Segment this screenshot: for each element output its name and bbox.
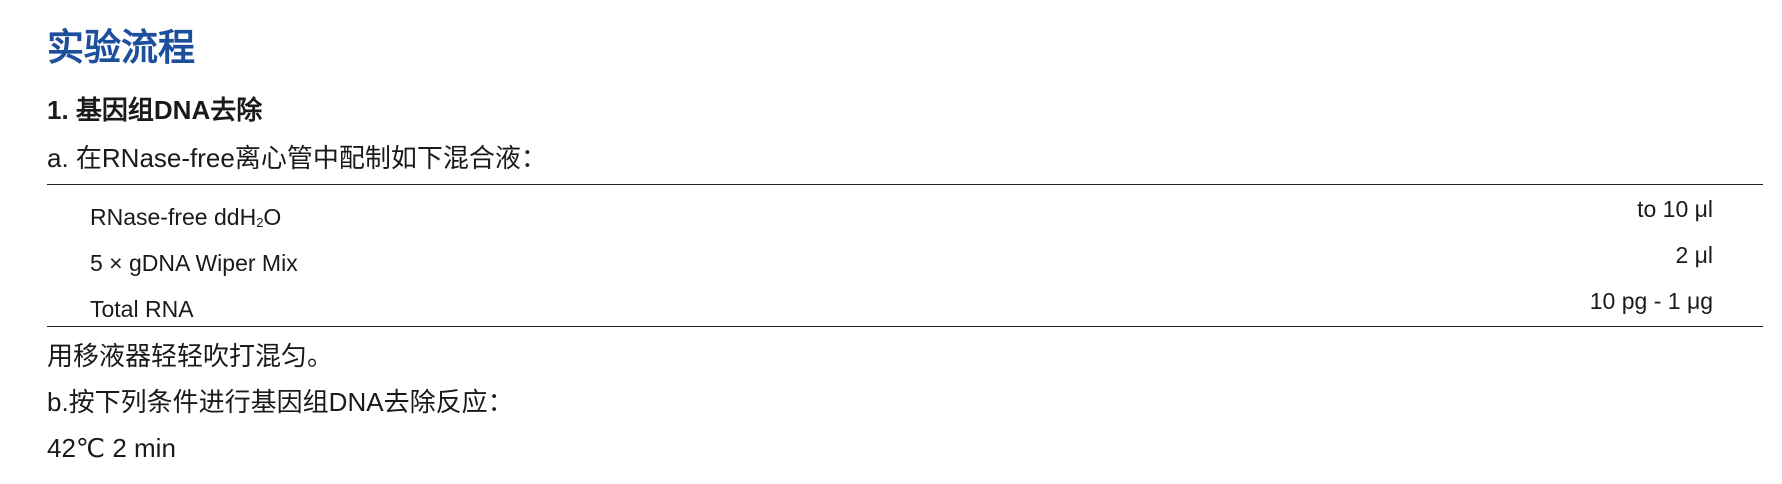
page-title: 实验流程 — [47, 27, 195, 68]
table-row: 5 × gDNA Wiper Mix 2 μl — [90, 241, 1713, 277]
step-a-instruction: a. 在RNase-free离心管中配制如下混合液： — [47, 143, 547, 173]
section-heading: 1. 基因组DNA去除 — [47, 95, 263, 125]
reaction-condition: 42℃ 2 min — [47, 433, 176, 463]
reagent-name: RNase-free ddH2O — [90, 199, 281, 241]
mixture-table: RNase-free ddH2O to 10 μl 5 × gDNA Wiper… — [47, 184, 1763, 327]
reagent-name-main: RNase-free ddH — [90, 204, 257, 230]
reagent-name: 5 × gDNA Wiper Mix — [90, 250, 298, 276]
table-row: Total RNA 10 pg - 1 μg — [90, 287, 1713, 323]
reagent-amount: 10 pg - 1 μg — [1589, 288, 1713, 314]
step-b-instruction: b.按下列条件进行基因组DNA去除反应： — [47, 387, 514, 417]
reagent-name-suffix: O — [263, 204, 282, 230]
reagent-amount: to 10 μl — [1637, 196, 1713, 222]
mixing-note: 用移液器轻轻吹打混匀。 — [47, 341, 334, 371]
table-row: RNase-free ddH2O to 10 μl — [90, 195, 1713, 231]
reagent-amount: 2 μl — [1675, 242, 1713, 268]
reagent-name: Total RNA — [90, 296, 194, 322]
